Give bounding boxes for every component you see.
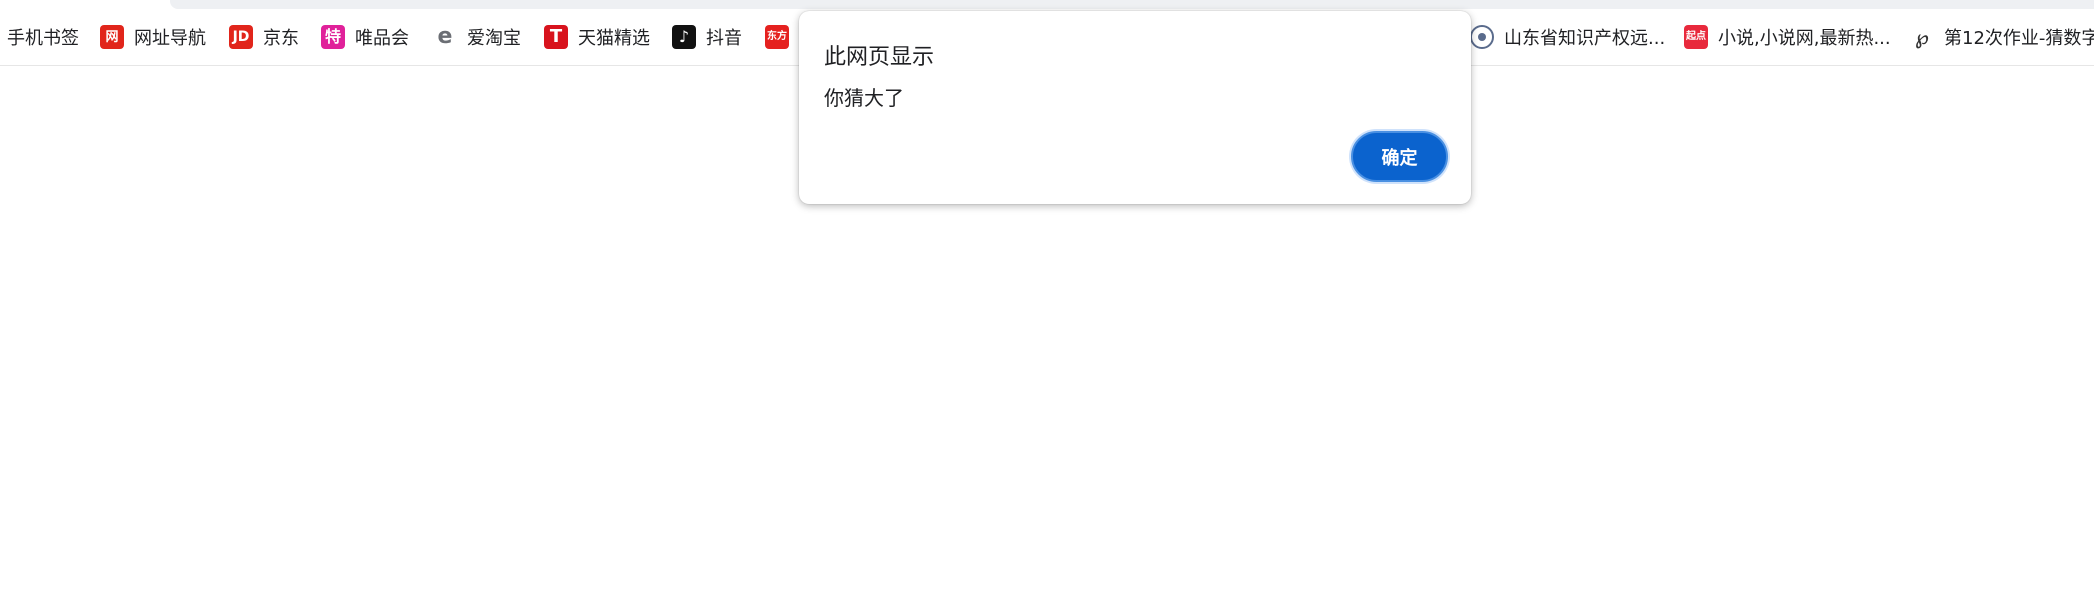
bookmark-label: 小说,小说网,最新热... bbox=[1718, 28, 1891, 49]
signature-icon: ℘ bbox=[1915, 25, 1929, 49]
bookmark-qidian[interactable]: 起点 小说,小说网,最新热... bbox=[1684, 20, 1891, 54]
bookmark-label: 手机书签 bbox=[7, 28, 79, 49]
jd-icon: JD bbox=[229, 25, 253, 49]
bookmark-label: 京东 bbox=[263, 28, 299, 49]
douyin-icon: ♪ bbox=[672, 25, 696, 49]
alert-dialog: 此网页显示 你猜大了 确定 bbox=[799, 11, 1471, 204]
bookmark-homework-12[interactable]: ℘ 第12次作业-猜数字 bbox=[1910, 20, 2094, 54]
bookmark-label: 唯品会 bbox=[355, 28, 409, 49]
bookmark-dongfang[interactable]: 东方 bbox=[765, 20, 789, 54]
qidian-icon: 起点 bbox=[1684, 25, 1708, 49]
tab-strip-background bbox=[170, 0, 2094, 9]
bookmark-label: 网址导航 bbox=[134, 28, 206, 49]
bookmark-folder-mobile[interactable]: 手机书签 bbox=[7, 20, 79, 54]
bookmark-vipshop[interactable]: 特 唯品会 bbox=[321, 20, 409, 54]
dialog-message: 你猜大了 bbox=[824, 86, 904, 110]
bookmark-label: 山东省知识产权远... bbox=[1504, 28, 1666, 49]
bookmark-label: 爱淘宝 bbox=[467, 28, 521, 49]
vipshop-icon: 特 bbox=[321, 25, 345, 49]
browser-tab-strip bbox=[0, 0, 2094, 9]
hao123-icon: 网 bbox=[100, 25, 124, 49]
bookmark-aitaobao[interactable]: e 爱淘宝 bbox=[433, 20, 521, 54]
bookmark-douyin[interactable]: ♪ 抖音 bbox=[672, 20, 742, 54]
seal-icon bbox=[1470, 25, 1494, 49]
aitaobao-icon: e bbox=[437, 24, 453, 49]
bookmark-label: 抖音 bbox=[706, 28, 742, 49]
ok-button[interactable]: 确定 bbox=[1351, 131, 1448, 182]
bookmark-tmall[interactable]: T 天猫精选 bbox=[544, 20, 650, 54]
bookmark-shandong-ip[interactable]: 山东省知识产权远... bbox=[1470, 20, 1665, 54]
bookmark-label: 天猫精选 bbox=[578, 28, 650, 49]
bookmark-hao123[interactable]: 网 网址导航 bbox=[100, 20, 206, 54]
bookmark-jd[interactable]: JD 京东 bbox=[229, 20, 299, 54]
tmall-icon: T bbox=[544, 25, 568, 49]
bookmark-label: 第12次作业-猜数字 bbox=[1944, 28, 2094, 49]
dialog-title: 此网页显示 bbox=[824, 45, 935, 70]
dongfang-icon: 东方 bbox=[765, 25, 789, 49]
